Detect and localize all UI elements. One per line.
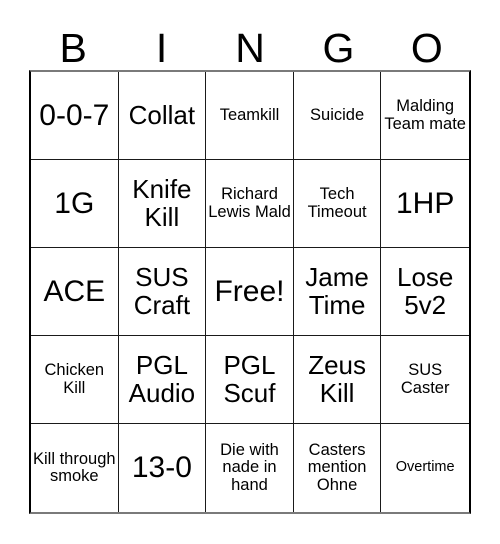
bingo-cell-label: Die with nade in hand (220, 441, 279, 494)
bingo-cell-o3[interactable]: Lose 5v2 (381, 248, 469, 336)
bingo-cell-label: SUS Craft (133, 262, 191, 320)
bingo-cell-label: Tech Timeout (307, 185, 367, 221)
bingo-cell-o5[interactable]: Overtime (381, 424, 469, 512)
bingo-cell-label: Jame Time (305, 262, 369, 320)
bingo-grid: 0-0-7 Collat Teamkill Suicide Malding Te… (29, 70, 471, 514)
bingo-cell-label: Lose 5v2 (396, 262, 454, 320)
bingo-cell-label: Knife Kill (132, 174, 192, 232)
bingo-card: B I N G O 0-0-7 Collat Teamkill Suicide … (0, 0, 500, 544)
bingo-cell-label: Overtime (395, 459, 455, 476)
bingo-header-letter-g: G (322, 25, 355, 71)
bingo-cell-free-space[interactable]: Free! (206, 248, 294, 336)
bingo-cell-g1[interactable]: Suicide (293, 72, 382, 160)
bingo-header-letter-n: N (235, 25, 265, 71)
bingo-cell-g2[interactable]: Tech Timeout (293, 160, 382, 248)
bingo-cell-g5[interactable]: Casters mention Ohne (293, 424, 382, 512)
bingo-cell-g4[interactable]: Zeus Kill (293, 336, 382, 424)
bingo-cell-n2[interactable]: Richard Lewis Mald (206, 160, 294, 248)
bingo-cell-label: PGL Audio (128, 350, 196, 408)
bingo-cell-label: Teamkill (219, 105, 280, 124)
bingo-cell-label: 0-0-7 (39, 98, 110, 132)
bingo-cell-label: ACE (43, 274, 106, 308)
bingo-cell-b3[interactable]: ACE (31, 248, 119, 336)
bingo-cell-label: SUS Caster (400, 361, 450, 397)
bingo-cell-label: 13-0 (131, 451, 192, 485)
bingo-header-letter-o: O (410, 25, 443, 71)
bingo-cell-b5[interactable]: Kill through smoke (31, 424, 119, 512)
bingo-cell-b4[interactable]: Chicken Kill (31, 336, 119, 424)
bingo-cell-label: Chicken Kill (44, 361, 105, 397)
bingo-cell-i1[interactable]: Collat (118, 72, 207, 160)
bingo-header-letter-i: I (155, 25, 168, 71)
bingo-cell-n4[interactable]: PGL Scuf (206, 336, 294, 424)
bingo-cell-i4[interactable]: PGL Audio (118, 336, 207, 424)
bingo-cell-o4[interactable]: SUS Caster (381, 336, 469, 424)
bingo-cell-n5[interactable]: Die with nade in hand (206, 424, 294, 512)
bingo-cell-o2[interactable]: 1HP (381, 160, 469, 248)
bingo-cell-g3[interactable]: Jame Time (293, 248, 382, 336)
bingo-cell-label: 1G (54, 186, 95, 220)
bingo-cell-i3[interactable]: SUS Craft (118, 248, 207, 336)
bingo-cell-label: PGL Scuf (223, 350, 276, 408)
bingo-cell-label: Malding Team mate (384, 97, 466, 133)
bingo-cell-label: Zeus Kill (308, 350, 366, 408)
bingo-cell-i5[interactable]: 13-0 (118, 424, 207, 512)
bingo-cell-label: Free! (214, 274, 285, 308)
bingo-cell-n1[interactable]: Teamkill (206, 72, 294, 160)
bingo-cell-label: 1HP (396, 186, 455, 220)
bingo-cell-label: Casters mention Ohne (307, 441, 367, 494)
bingo-cell-b2[interactable]: 1G (31, 160, 119, 248)
bingo-cell-label: Richard Lewis Mald (208, 185, 291, 221)
bingo-header-letter-b: B (59, 25, 87, 71)
bingo-cell-label: Collat (128, 99, 196, 130)
bingo-cell-label: Suicide (310, 105, 365, 124)
bingo-cell-b1[interactable]: 0-0-7 (31, 72, 119, 160)
bingo-cell-label: Kill through smoke (33, 449, 116, 485)
bingo-cell-o1[interactable]: Malding Team mate (381, 72, 469, 160)
bingo-header-row: B I N G O (29, 18, 471, 70)
bingo-cell-i2[interactable]: Knife Kill (118, 160, 207, 248)
